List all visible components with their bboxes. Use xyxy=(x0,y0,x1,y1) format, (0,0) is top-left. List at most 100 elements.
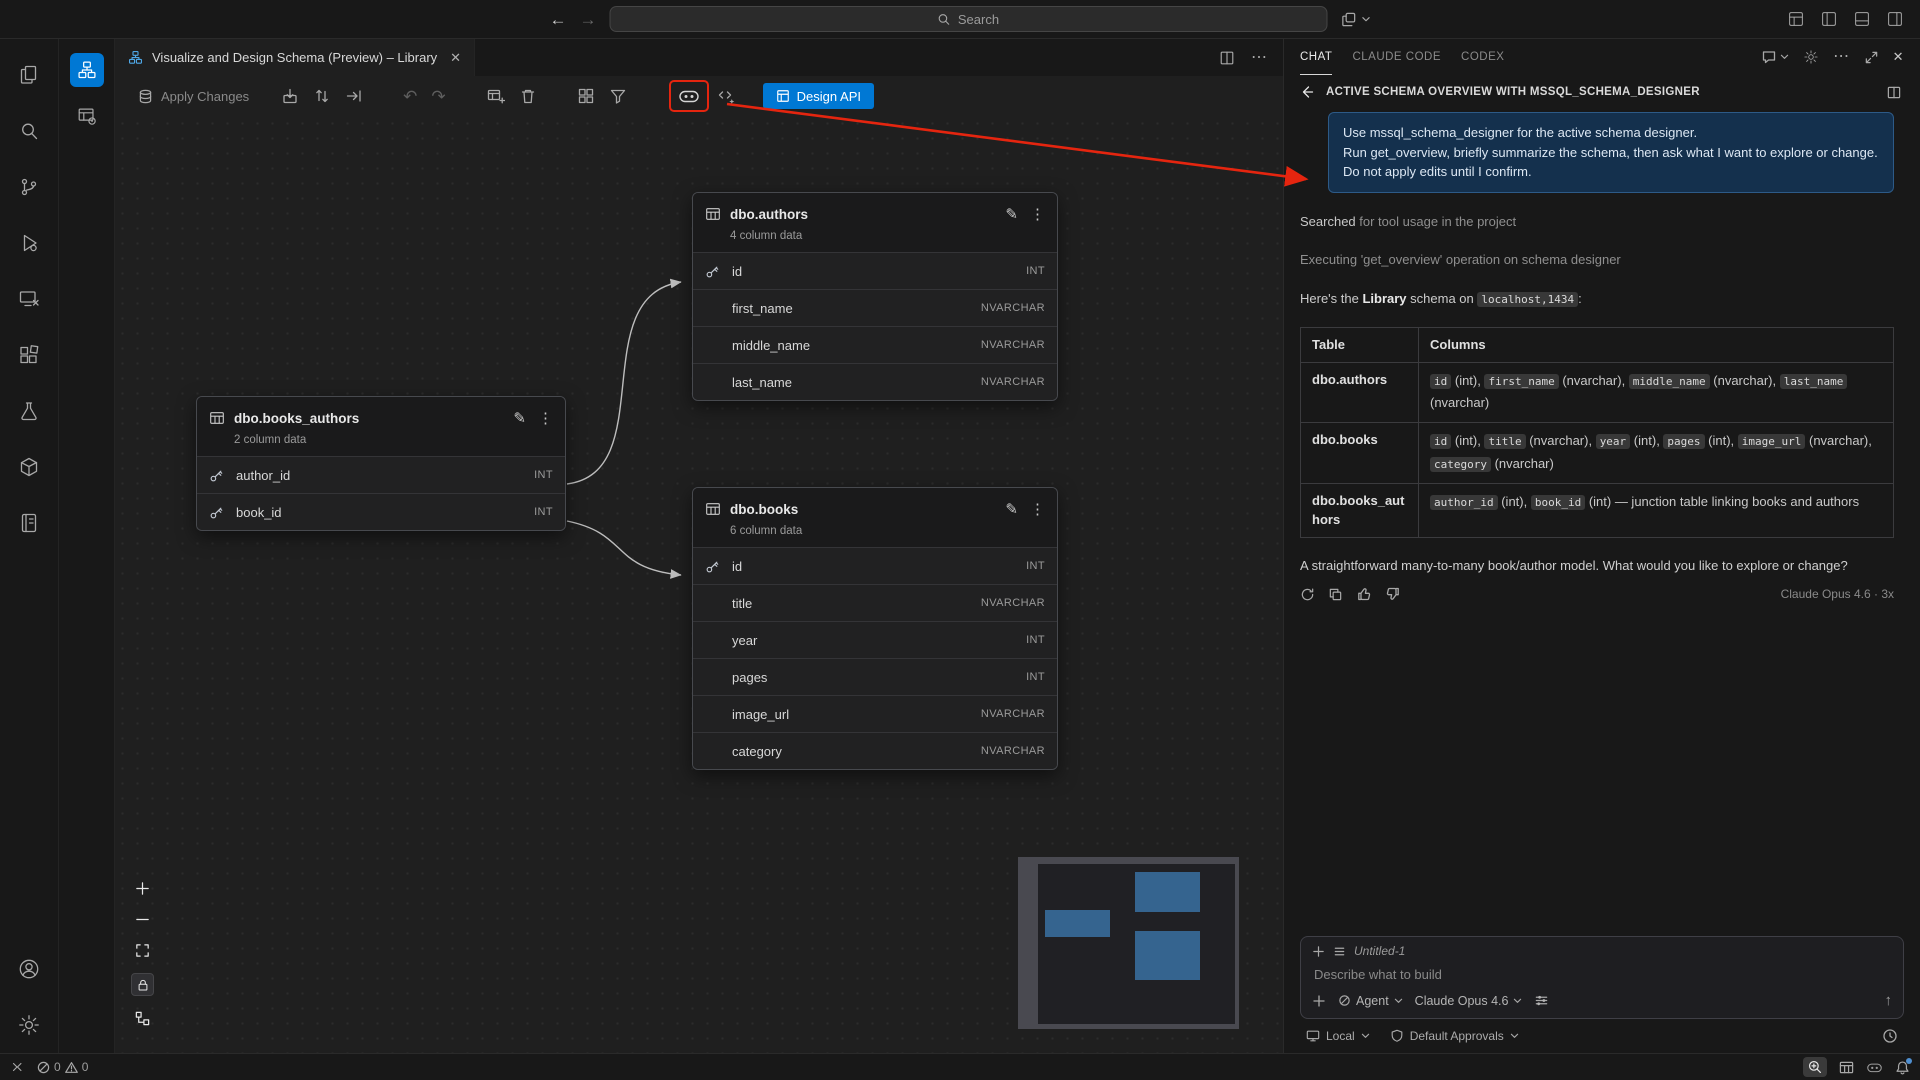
table-designer-icon[interactable] xyxy=(70,99,104,133)
send-button[interactable]: ↑ xyxy=(1885,992,1893,1009)
delete-table-icon[interactable] xyxy=(519,87,537,105)
zoom-in-button[interactable] xyxy=(134,880,151,897)
lock-toggle-button[interactable] xyxy=(131,973,154,996)
source-control-icon[interactable] xyxy=(0,159,58,215)
column-row[interactable]: yearINT xyxy=(693,621,1057,658)
new-chat-dropdown[interactable] xyxy=(1761,49,1789,65)
table-card-books-authors[interactable]: dbo.books_authors✎⋮2 column dataauthor_i… xyxy=(196,396,566,531)
tools-settings-icon[interactable] xyxy=(1534,993,1549,1008)
chat-prompt-input[interactable] xyxy=(1312,958,1892,992)
design-api-button[interactable]: Design API xyxy=(763,83,874,109)
customize-layout-icon[interactable] xyxy=(1787,10,1805,28)
column-row[interactable]: book_idINT xyxy=(197,493,565,530)
tab-codex[interactable]: CODEX xyxy=(1461,39,1504,75)
table-menu-icon[interactable]: ⋮ xyxy=(1030,205,1045,223)
schema-canvas[interactable]: dbo.authors✎⋮4 column dataidINTfirst_nam… xyxy=(115,116,1283,1053)
auto-arrange-button[interactable] xyxy=(134,1010,151,1027)
table-status-icon[interactable] xyxy=(1839,1060,1854,1075)
column-row[interactable]: categoryNVARCHAR xyxy=(693,732,1057,769)
tab-close-icon[interactable]: ✕ xyxy=(450,50,461,66)
search-view-icon[interactable] xyxy=(0,103,58,159)
notifications-bell-icon[interactable] xyxy=(1895,1060,1910,1075)
approvals-dropdown[interactable]: Default Approvals xyxy=(1390,1029,1519,1043)
thumbs-up-icon[interactable] xyxy=(1356,586,1372,602)
schema-visualizer-icon[interactable] xyxy=(70,53,104,87)
regenerate-icon[interactable] xyxy=(1300,587,1315,602)
agent-mode-dropdown[interactable]: Agent xyxy=(1338,994,1403,1008)
column-row[interactable]: idINT xyxy=(693,547,1057,584)
editor-tab[interactable]: Visualize and Design Schema (Preview) – … xyxy=(115,39,475,76)
zoom-status-icon[interactable] xyxy=(1803,1057,1827,1077)
redo-icon[interactable]: ↷ xyxy=(431,88,445,105)
column-row[interactable]: pagesINT xyxy=(693,658,1057,695)
chat-input-box[interactable]: Untitled-1 Agent Claude Opus 4.6 ↑ xyxy=(1300,936,1904,1019)
toggle-sidebar-left-icon[interactable] xyxy=(1820,10,1838,28)
problems-indicator[interactable]: 0 0 xyxy=(37,1060,88,1074)
session-dropdown[interactable] xyxy=(1341,11,1371,28)
filter-icon[interactable] xyxy=(609,87,627,105)
open-chat-side-icon[interactable] xyxy=(1886,85,1902,100)
extensions-icon[interactable] xyxy=(0,327,58,383)
code-sparkle-icon[interactable] xyxy=(717,87,735,105)
column-row[interactable]: first_nameNVARCHAR xyxy=(693,289,1057,326)
table-card-header[interactable]: dbo.books_authors✎⋮ xyxy=(197,397,565,434)
copilot-status-icon[interactable] xyxy=(1866,1060,1883,1075)
message-actions: Claude Opus 4.6 · 3x xyxy=(1300,585,1894,603)
chat-settings-gear-icon[interactable] xyxy=(1803,49,1819,65)
explorer-icon[interactable] xyxy=(0,47,58,103)
open-in-editor-icon[interactable] xyxy=(345,87,363,105)
export-image-icon[interactable] xyxy=(281,87,299,105)
session-refresh-icon[interactable] xyxy=(1882,1028,1898,1044)
toggle-panel-icon[interactable] xyxy=(1853,10,1871,28)
table-menu-icon[interactable]: ⋮ xyxy=(538,409,553,427)
column-row[interactable]: middle_nameNVARCHAR xyxy=(693,326,1057,363)
context-file-name[interactable]: Untitled-1 xyxy=(1354,944,1405,958)
table-card-header[interactable]: dbo.books✎⋮ xyxy=(693,488,1057,525)
search-input[interactable]: Search xyxy=(610,6,1328,32)
testing-icon[interactable] xyxy=(0,383,58,439)
model-picker-dropdown[interactable]: Claude Opus 4.6 xyxy=(1415,994,1523,1008)
notebook-icon[interactable] xyxy=(0,495,58,551)
column-row[interactable]: image_urlNVARCHAR xyxy=(693,695,1057,732)
add-context-icon[interactable] xyxy=(1312,945,1325,958)
edit-table-icon[interactable]: ✎ xyxy=(513,409,526,427)
apply-changes-button[interactable]: Apply Changes xyxy=(137,88,249,105)
back-icon[interactable] xyxy=(1299,84,1315,100)
accounts-icon[interactable] xyxy=(0,941,58,997)
add-table-icon[interactable] xyxy=(486,87,505,106)
thumbs-down-icon[interactable] xyxy=(1385,586,1401,602)
database-projects-icon[interactable] xyxy=(0,439,58,495)
column-row[interactable]: titleNVARCHAR xyxy=(693,584,1057,621)
tab-claude-code[interactable]: CLAUDE CODE xyxy=(1352,39,1441,75)
edit-table-icon[interactable]: ✎ xyxy=(1005,500,1018,518)
toggle-sidebar-right-icon[interactable] xyxy=(1886,10,1904,28)
maximize-panel-icon[interactable] xyxy=(1864,50,1879,65)
column-row[interactable]: last_nameNVARCHAR xyxy=(693,363,1057,400)
edit-table-icon[interactable]: ✎ xyxy=(1005,205,1018,223)
copy-icon[interactable] xyxy=(1328,587,1343,602)
column-row[interactable]: idINT xyxy=(693,252,1057,289)
tab-chat[interactable]: CHAT xyxy=(1300,39,1332,75)
copilot-icon[interactable] xyxy=(678,86,700,106)
zoom-out-button[interactable] xyxy=(134,911,151,928)
table-menu-icon[interactable]: ⋮ xyxy=(1030,500,1045,518)
compare-changes-icon[interactable] xyxy=(313,87,331,105)
remote-explorer-icon[interactable] xyxy=(0,271,58,327)
environment-dropdown[interactable]: Local xyxy=(1306,1029,1370,1043)
minimap[interactable] xyxy=(1018,857,1239,1029)
forward-icon[interactable]: → xyxy=(580,11,597,28)
split-editor-icon[interactable] xyxy=(1219,50,1235,66)
close-panel-icon[interactable]: ✕ xyxy=(1893,49,1904,65)
remote-indicator[interactable] xyxy=(10,1060,24,1074)
run-debug-icon[interactable] xyxy=(0,215,58,271)
table-card-books[interactable]: dbo.books✎⋮6 column dataidINTtitleNVARCH… xyxy=(692,487,1058,770)
table-card-authors[interactable]: dbo.authors✎⋮4 column dataidINTfirst_nam… xyxy=(692,192,1058,401)
layout-grid-icon[interactable] xyxy=(577,87,595,105)
table-card-header[interactable]: dbo.authors✎⋮ xyxy=(693,193,1057,230)
column-row[interactable]: author_idINT xyxy=(197,456,565,493)
back-icon[interactable]: ← xyxy=(550,11,567,28)
settings-gear-icon[interactable] xyxy=(0,997,58,1053)
undo-icon[interactable]: ↶ xyxy=(403,88,417,105)
attach-icon[interactable] xyxy=(1312,994,1326,1008)
fit-to-screen-button[interactable] xyxy=(134,942,151,959)
